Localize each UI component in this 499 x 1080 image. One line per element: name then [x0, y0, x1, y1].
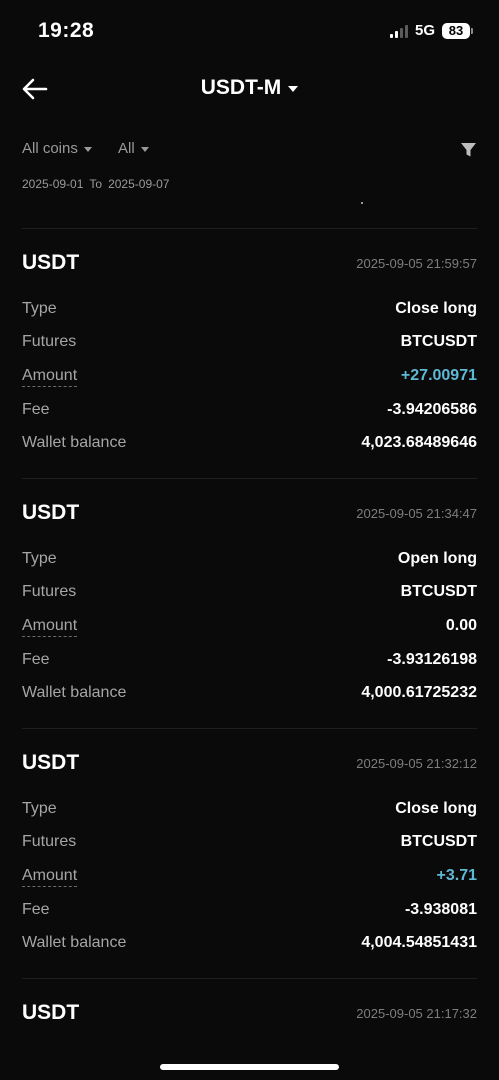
battery-icon: 83	[442, 22, 473, 39]
account-selector[interactable]: USDT-M	[0, 76, 499, 100]
caret-down-icon	[140, 146, 149, 152]
divider-dot	[361, 202, 363, 204]
fee-row: Fee -3.938081	[22, 901, 477, 923]
futures-row: Futures BTCUSDT	[22, 833, 477, 855]
balance-value: 4,000.61725232	[361, 684, 477, 701]
date-range[interactable]: 2025-09-01 To 2025-09-07	[22, 177, 169, 191]
transaction-list: USDT 2025-09-05 21:59:57 Type Close long…	[22, 228, 477, 1049]
battery-level: 83	[442, 22, 470, 39]
type-label: Type	[22, 300, 57, 317]
date-from: 2025-09-01	[22, 177, 84, 191]
type-label: Type	[22, 550, 57, 567]
balance-row: Wallet balance 4,004.54851431	[22, 934, 477, 956]
balance-label: Wallet balance	[22, 434, 127, 451]
status-time: 19:28	[38, 19, 95, 42]
amount-label[interactable]: Amount	[22, 367, 78, 387]
amount-value: 0.00	[445, 617, 477, 634]
type-row: Type Close long	[22, 300, 477, 322]
fee-row: Fee -3.93126198	[22, 651, 477, 673]
fee-value: -3.938081	[404, 901, 477, 918]
record-time: 2025-09-05 21:34:47	[356, 506, 477, 521]
record-time: 2025-09-05 21:59:57	[356, 256, 477, 271]
record-coin: USDT	[22, 501, 80, 524]
coin-filter-label: All coins	[22, 140, 78, 157]
status-indicators: 5G 83	[389, 22, 473, 39]
balance-value: 4,023.68489646	[361, 434, 477, 451]
coin-filter[interactable]: All coins	[22, 140, 92, 157]
balance-label: Wallet balance	[22, 934, 127, 951]
transaction-record[interactable]: USDT 2025-09-05 21:59:57 Type Close long…	[22, 228, 477, 478]
header: USDT-M	[0, 62, 499, 118]
type-value: Close long	[395, 800, 477, 817]
type-row: Type Close long	[22, 800, 477, 822]
record-coin: USDT	[22, 251, 80, 274]
balance-value: 4,004.54851431	[361, 934, 477, 951]
date-to-label: To	[89, 177, 103, 191]
futures-value: BTCUSDT	[400, 583, 477, 600]
futures-value: BTCUSDT	[400, 833, 477, 850]
futures-label: Futures	[22, 583, 77, 600]
page-title: USDT-M	[200, 76, 282, 99]
amount-row: Amount +27.00971	[22, 367, 477, 389]
transaction-record[interactable]: USDT 2025-09-05 21:32:12 Type Close long…	[22, 728, 477, 978]
fee-label: Fee	[22, 651, 50, 668]
record-coin: USDT	[22, 1001, 80, 1024]
home-indicator[interactable]	[160, 1064, 339, 1070]
type-filter[interactable]: All	[118, 140, 149, 157]
type-filter-label: All	[118, 140, 135, 157]
fee-value: -3.94206586	[387, 401, 477, 418]
record-coin: USDT	[22, 751, 80, 774]
record-time: 2025-09-05 21:17:32	[356, 1006, 477, 1021]
amount-row: Amount 0.00	[22, 617, 477, 639]
transaction-record[interactable]: USDT 2025-09-05 21:17:32	[22, 978, 477, 1049]
balance-row: Wallet balance 4,000.61725232	[22, 684, 477, 706]
fee-value: -3.93126198	[387, 651, 477, 668]
futures-label: Futures	[22, 333, 77, 350]
type-value: Close long	[395, 300, 477, 317]
funnel-icon[interactable]	[460, 142, 477, 158]
status-bar: 19:28 5G 83	[0, 0, 499, 62]
caret-down-icon	[83, 146, 92, 152]
record-time: 2025-09-05 21:32:12	[356, 756, 477, 771]
fee-label: Fee	[22, 901, 50, 918]
amount-label[interactable]: Amount	[22, 867, 78, 887]
caret-down-icon	[288, 86, 299, 92]
futures-row: Futures BTCUSDT	[22, 333, 477, 355]
amount-value: +27.00971	[400, 367, 477, 384]
futures-row: Futures BTCUSDT	[22, 583, 477, 605]
type-row: Type Open long	[22, 550, 477, 572]
amount-label[interactable]: Amount	[22, 617, 78, 637]
amount-row: Amount +3.71	[22, 867, 477, 889]
futures-value: BTCUSDT	[400, 333, 477, 350]
filter-bar: All coins All	[22, 140, 477, 162]
fee-label: Fee	[22, 401, 50, 418]
transaction-record[interactable]: USDT 2025-09-05 21:34:47 Type Open long …	[22, 478, 477, 728]
amount-value: +3.71	[436, 867, 477, 884]
balance-label: Wallet balance	[22, 684, 127, 701]
type-value: Open long	[397, 550, 477, 567]
fee-row: Fee -3.94206586	[22, 401, 477, 423]
network-label: 5G	[414, 22, 435, 39]
signal-icon	[389, 24, 408, 38]
type-label: Type	[22, 800, 57, 817]
futures-label: Futures	[22, 833, 77, 850]
balance-row: Wallet balance 4,023.68489646	[22, 434, 477, 456]
date-to: 2025-09-07	[108, 177, 170, 191]
